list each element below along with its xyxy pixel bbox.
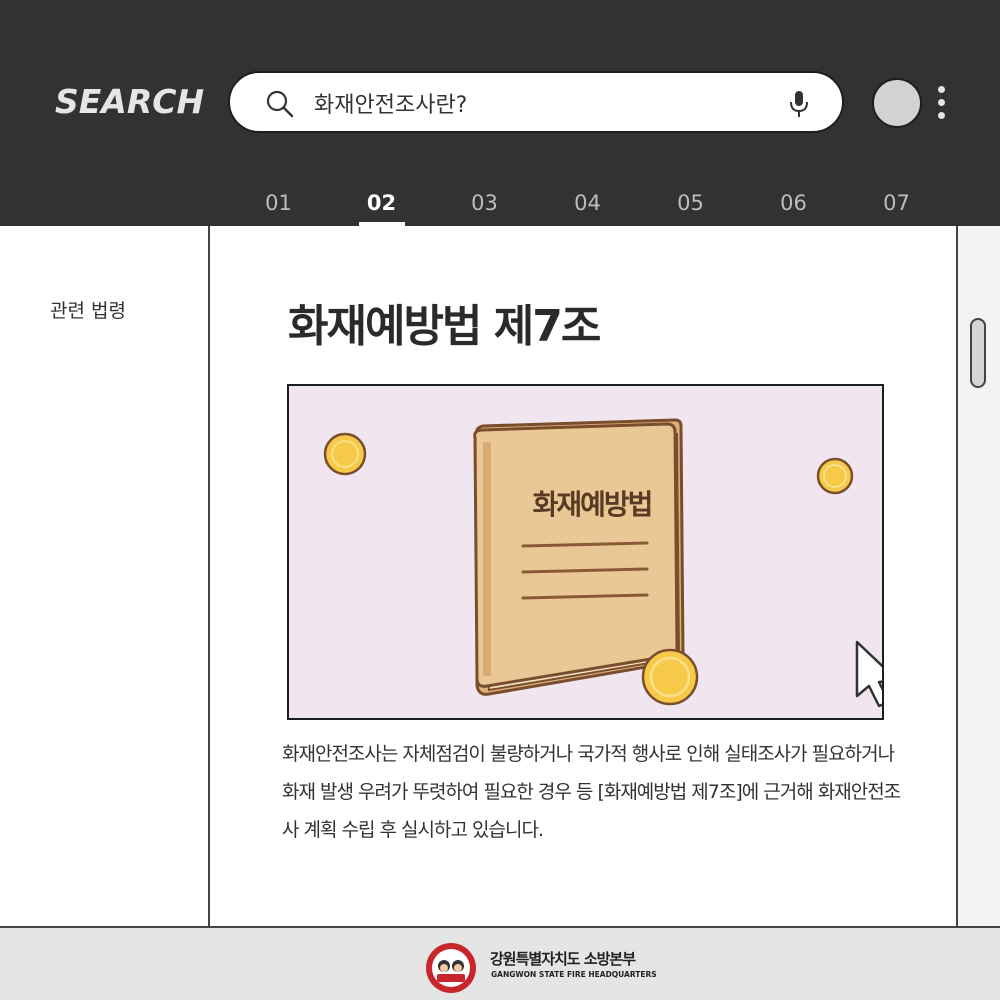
tab-06[interactable]: 06 xyxy=(742,186,845,226)
brand-title: SEARCH xyxy=(55,82,205,121)
page-title: 화재예방법 제7조 xyxy=(288,301,601,352)
book-cover xyxy=(473,422,679,688)
coin-icon xyxy=(816,457,854,495)
footer-org-name-en: GANGWON STATE FIRE HEADQUARTERS xyxy=(491,970,657,979)
tab-02[interactable]: 02 xyxy=(330,186,433,226)
tab-bar: 01 02 03 04 05 06 07 xyxy=(227,186,948,226)
body-text: 화재안전조사는 자체점검이 불량하거나 국가적 행사로 인해 실태조사가 필요하… xyxy=(282,743,901,841)
law-book-illustration: 화재예방법 xyxy=(287,384,884,720)
tab-07[interactable]: 07 xyxy=(845,186,948,226)
tab-04[interactable]: 04 xyxy=(536,186,639,226)
fire-department-logo xyxy=(426,943,476,993)
search-bar[interactable] xyxy=(228,71,844,133)
scrollbar-thumb[interactable] xyxy=(970,318,986,388)
more-vertical-icon[interactable] xyxy=(934,86,948,122)
cursor-icon xyxy=(855,640,882,708)
microphone-icon[interactable] xyxy=(788,89,810,119)
tab-03[interactable]: 03 xyxy=(433,186,536,226)
footer: 강원특별자치도 소방본부 GANGWON STATE FIRE HEADQUAR… xyxy=(0,926,1000,1000)
tab-01[interactable]: 01 xyxy=(227,186,330,226)
search-icon[interactable] xyxy=(264,88,296,120)
tab-05[interactable]: 05 xyxy=(639,186,742,226)
coin-icon xyxy=(323,432,367,476)
book-title: 화재예방법 xyxy=(532,488,654,521)
top-bar: SEARCH 01 02 03 04 05 06 07 xyxy=(0,0,1000,226)
sidebar-divider xyxy=(208,226,210,926)
coin-icon xyxy=(641,648,699,706)
scrollbar-track[interactable] xyxy=(956,226,1000,926)
avatar[interactable] xyxy=(872,78,922,128)
sidebar-label: 관련 법령 xyxy=(50,300,126,322)
footer-org-name: 강원특별자치도 소방본부 xyxy=(490,950,636,968)
illustration-graphic xyxy=(323,418,882,708)
search-input[interactable] xyxy=(314,85,774,121)
